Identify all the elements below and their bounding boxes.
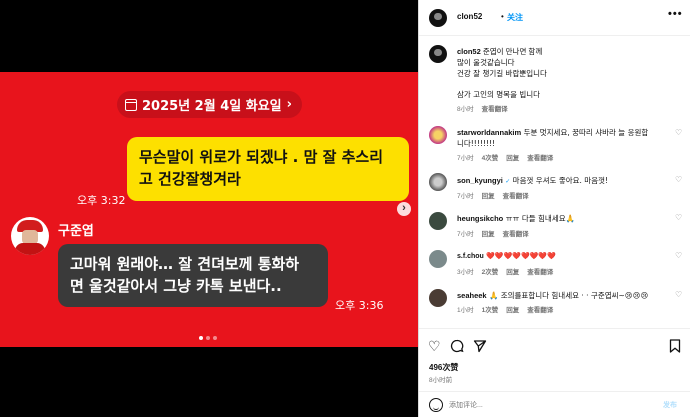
- calendar-icon: [125, 98, 137, 111]
- caption-avatar[interactable]: [429, 45, 447, 63]
- comment-text: 두분 멋지세요, 꿍따리 샤바라 늘 응원합: [523, 128, 649, 137]
- message-line: 고 건강잘챙겨라: [139, 170, 241, 188]
- caption-line-2: 많이 울것같습니다: [457, 58, 515, 67]
- share-icon[interactable]: [473, 339, 487, 353]
- comment-time: 1小时: [457, 307, 474, 314]
- comment-item: heungsikcho ㅠㅠ 다들 힘내세요🙏: [457, 213, 667, 224]
- reply-button[interactable]: 回复: [506, 269, 519, 276]
- next-slide-button[interactable]: ›: [397, 202, 411, 216]
- caption-line-3: 건강 잘 챙기길 바랍뿐입니다: [457, 69, 547, 78]
- post-actions: ♡ 496次赞 8小时前 发布: [419, 328, 690, 416]
- comment-composer: 发布: [419, 391, 690, 417]
- commenter-avatar[interactable]: [429, 126, 447, 144]
- more-options-icon[interactable]: •••: [668, 8, 683, 20]
- sender-avatar: [11, 217, 49, 255]
- comment-meta: 7小时 回复 查看翻译: [457, 228, 529, 238]
- caption-meta: 8小时 查看翻译: [457, 103, 508, 113]
- caption-line-4: 삼가 고인의 명복을 빕니다: [457, 90, 541, 99]
- post-time: 8小时前: [429, 377, 453, 384]
- message-bubble-received: 고마워 원래야… 잘 견뎌보께 통화하 면 울것같아서 그냥 카톡 보낸다..: [58, 244, 328, 307]
- comment-username[interactable]: s.f.chou: [457, 253, 484, 260]
- commenter-avatar[interactable]: [429, 289, 447, 307]
- translate-link[interactable]: 查看翻译: [503, 231, 529, 238]
- like-comment-heart-icon[interactable]: ♡: [675, 290, 682, 299]
- comment-time: 7小时: [457, 193, 474, 200]
- translate-link[interactable]: 查看翻译: [482, 106, 508, 113]
- translate-link[interactable]: 查看翻译: [527, 307, 553, 314]
- commenter-avatar[interactable]: [429, 212, 447, 230]
- reply-button[interactable]: 回复: [482, 193, 495, 200]
- message-line: 무슨말이 위로가 되겠냐 . 맘 잘 추스리: [139, 148, 384, 166]
- message-line: 고마워 원래야… 잘 견뎌보께 통화하: [70, 255, 300, 273]
- comment-likes[interactable]: 1次赞: [482, 307, 499, 314]
- comment-meta: 1小时 1次赞 回复 查看翻译: [457, 304, 553, 314]
- caption-time: 8小时: [457, 106, 474, 113]
- comment-username[interactable]: heungsikcho: [457, 214, 503, 223]
- translate-link[interactable]: 查看翻译: [527, 269, 553, 276]
- comment-text-cont: 니다!!!!!!!!: [457, 139, 495, 148]
- reply-button[interactable]: 回复: [506, 155, 519, 162]
- date-chip: 2025년 2월 4일 화요일 ›: [117, 91, 302, 118]
- comment-time: 7小时: [457, 155, 474, 162]
- translate-link[interactable]: 查看翻译: [503, 193, 529, 200]
- post-side-panel: clon52 • 关注 ••• clon52 준엽이 만나면 함께 많이 울것같…: [418, 0, 690, 417]
- comment-item: son_kyungyi ✓ 마음껏 우셔도 좋아요. 마음껏!: [457, 175, 667, 187]
- separator-dot: •: [501, 12, 504, 21]
- comment-input[interactable]: [449, 398, 649, 412]
- carousel-dot-active: [199, 336, 203, 340]
- caption-text: 준엽이 만나면 함께: [482, 47, 543, 56]
- like-heart-icon[interactable]: ♡: [428, 338, 441, 355]
- comment-time: 3小时: [457, 269, 474, 276]
- comment-username[interactable]: starworldannakim: [457, 128, 521, 137]
- like-comment-heart-icon[interactable]: ♡: [675, 175, 682, 184]
- caption-line-1: clon52 준엽이 만나면 함께: [457, 46, 657, 57]
- post-header: clon52 • 关注 •••: [419, 0, 690, 36]
- comment-icon[interactable]: [450, 339, 464, 353]
- comment-username[interactable]: son_kyungyi: [457, 176, 503, 185]
- like-comment-heart-icon[interactable]: ♡: [675, 128, 682, 137]
- follow-button[interactable]: 关注: [507, 12, 523, 23]
- caption-username[interactable]: clon52: [457, 47, 481, 56]
- author-avatar[interactable]: [429, 9, 447, 27]
- like-count[interactable]: 496次赞: [429, 362, 458, 373]
- comment-item: s.f.chou ❤️❤️❤️❤️❤️❤️❤️❤️: [457, 251, 667, 262]
- comment-meta: 7小时 4次赞 回复 查看翻译: [457, 152, 553, 162]
- chevron-right-icon: ›: [286, 97, 292, 112]
- message-bubble-sent: 무슨말이 위로가 되겠냐 . 맘 잘 추스리 고 건강잘챙겨라: [127, 137, 409, 201]
- comment-text: ❤️❤️❤️❤️❤️❤️❤️❤️: [486, 252, 556, 260]
- message-time: 오후 3:32: [77, 194, 126, 207]
- carousel-dots: [199, 336, 217, 340]
- reply-button[interactable]: 回复: [506, 307, 519, 314]
- emoji-icon[interactable]: [429, 398, 443, 412]
- post-comment-button[interactable]: 发布: [663, 400, 677, 410]
- carousel-dot: [206, 336, 210, 340]
- author-username[interactable]: clon52: [457, 12, 482, 21]
- reply-button[interactable]: 回复: [482, 231, 495, 238]
- commenter-avatar[interactable]: [429, 250, 447, 268]
- instagram-post-viewer: 2025년 2월 4일 화요일 › 무슨말이 위로가 되겠냐 . 맘 잘 추스리…: [0, 0, 690, 417]
- comment-meta: 3小时 2次赞 回复 查看翻译: [457, 266, 553, 276]
- commenter-avatar[interactable]: [429, 173, 447, 191]
- verified-badge-icon: ✓: [505, 178, 511, 185]
- comment-text: ㅠㅠ 다들 힘내세요🙏: [505, 214, 575, 223]
- comment-meta: 7小时 回复 查看翻译: [457, 190, 529, 200]
- like-comment-heart-icon[interactable]: ♡: [675, 213, 682, 222]
- message-line: 면 울것같아서 그냥 카톡 보낸다..: [70, 277, 282, 295]
- message-time: 오후 3:36: [335, 299, 384, 312]
- like-comment-heart-icon[interactable]: ♡: [675, 251, 682, 260]
- comment-item: starworldannakim 두분 멋지세요, 꿍따리 샤바라 늘 응원합 …: [457, 127, 667, 149]
- comment-text: 🙏 조의를표합니다 힘내세요 · · 구준엽씨~😢😢😢: [489, 291, 649, 300]
- bookmark-icon[interactable]: [669, 339, 681, 353]
- comment-username[interactable]: seaheek: [457, 291, 487, 300]
- translate-link[interactable]: 查看翻译: [527, 155, 553, 162]
- comment-text: 마음껏 우셔도 좋아요. 마음껏!: [512, 176, 609, 185]
- comment-item: seaheek 🙏 조의를표합니다 힘내세요 · · 구준엽씨~😢😢😢: [457, 290, 667, 301]
- carousel-dot: [213, 336, 217, 340]
- comment-time: 7小时: [457, 231, 474, 238]
- sender-name: 구준엽: [58, 224, 94, 239]
- post-media: 2025년 2월 4일 화요일 › 무슨말이 위로가 되겠냐 . 맘 잘 추스리…: [0, 0, 418, 417]
- date-label: 2025년 2월 4일 화요일: [142, 99, 282, 114]
- comment-likes[interactable]: 4次赞: [482, 155, 499, 162]
- comment-likes[interactable]: 2次赞: [482, 269, 499, 276]
